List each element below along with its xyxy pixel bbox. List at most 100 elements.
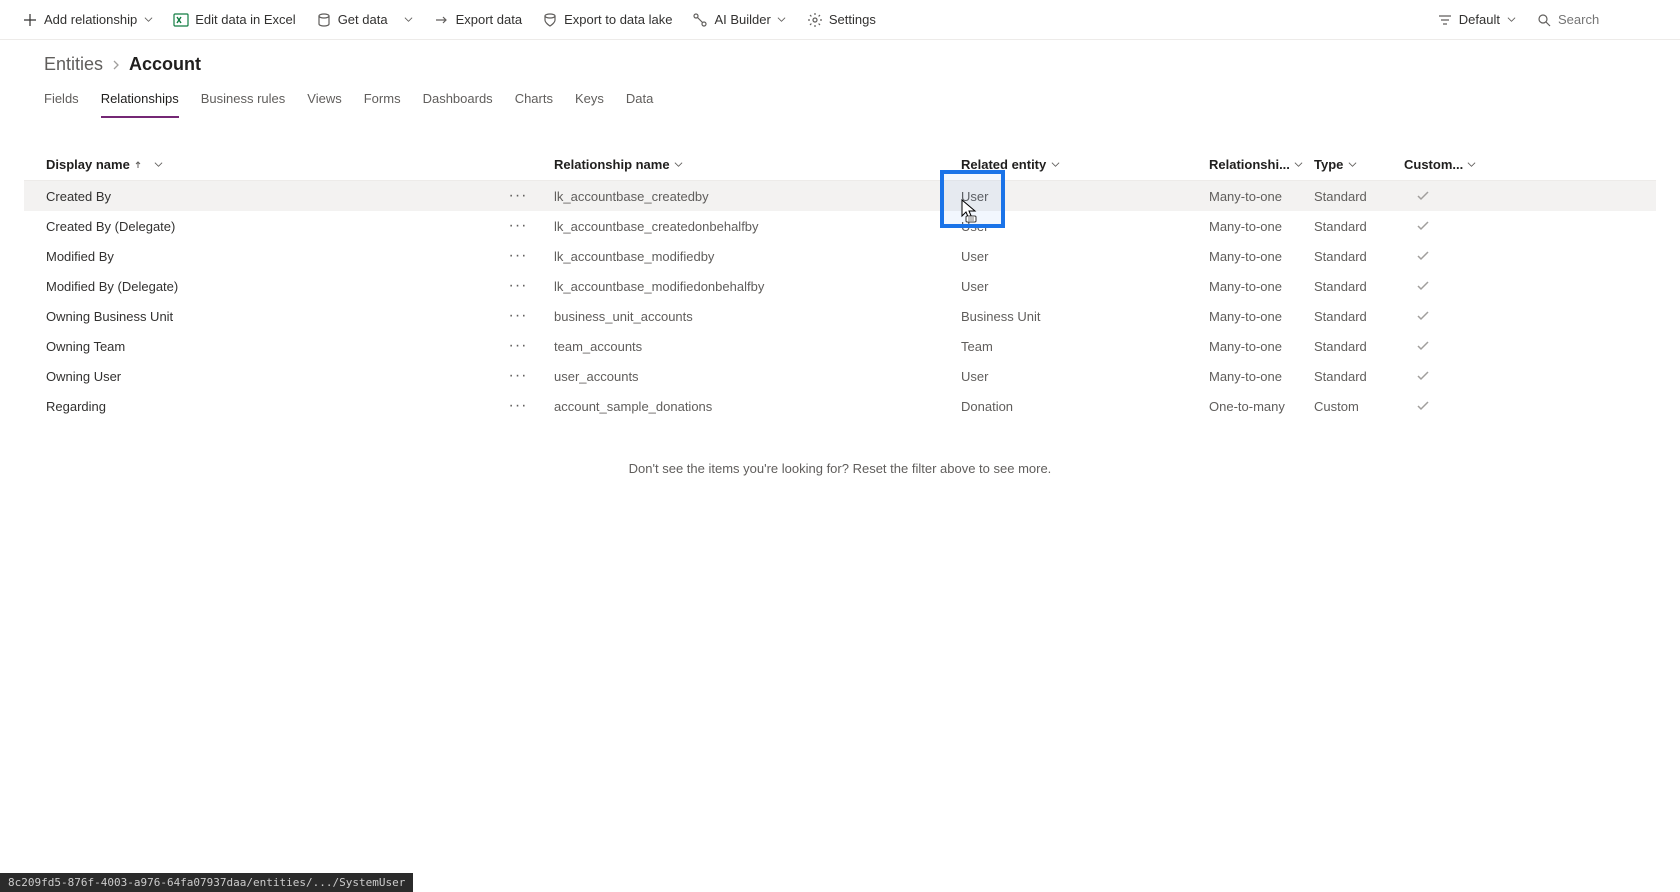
more-actions-icon[interactable]: ··· — [506, 367, 530, 385]
settings-label: Settings — [829, 12, 876, 27]
tab-dashboards[interactable]: Dashboards — [423, 91, 493, 118]
cell-related-entity: Donation — [949, 399, 1199, 414]
get-data-label: Get data — [338, 12, 388, 27]
cell-related-entity: User — [949, 369, 1199, 384]
add-relationship-button[interactable]: Add relationship — [12, 6, 163, 34]
breadcrumb: Entities Account — [0, 40, 1680, 75]
search-box[interactable] — [1526, 6, 1668, 34]
table-row[interactable]: Created By···lk_accountbase_createdbyUse… — [24, 181, 1656, 211]
cell-relationship-type: One-to-many — [1199, 399, 1304, 414]
breadcrumb-root[interactable]: Entities — [44, 54, 103, 75]
grid-header: Display name Relationship name Related e… — [24, 149, 1656, 181]
cell-display-name: Created By (Delegate) — [24, 219, 544, 234]
export-data-label: Export data — [456, 12, 523, 27]
tab-fields[interactable]: Fields — [44, 91, 79, 118]
col-relationship-type-label: Relationshi... — [1209, 157, 1290, 172]
more-actions-icon[interactable]: ··· — [506, 217, 530, 235]
col-relationship-name-label: Relationship name — [554, 157, 670, 172]
cell-customizable — [1394, 279, 1464, 293]
chevron-down-icon — [1347, 160, 1357, 170]
tab-relationships[interactable]: Relationships — [101, 91, 179, 118]
more-actions-icon[interactable]: ··· — [506, 277, 530, 295]
export-data-button[interactable]: Export data — [424, 6, 533, 34]
cell-related-entity: Team — [949, 339, 1199, 354]
cell-relationship-type: Many-to-one — [1199, 309, 1304, 324]
col-display-name[interactable]: Display name — [24, 157, 544, 172]
filter-icon — [1437, 12, 1453, 28]
cell-customizable — [1394, 219, 1464, 233]
edit-data-excel-button[interactable]: Edit data in Excel — [163, 6, 305, 34]
cell-type: Standard — [1304, 249, 1394, 264]
cell-relationship-name: lk_accountbase_modifiedby — [544, 249, 949, 264]
col-type[interactable]: Type — [1304, 157, 1394, 172]
more-actions-icon[interactable]: ··· — [506, 337, 530, 355]
ai-builder-label: AI Builder — [714, 12, 770, 27]
filter-hint-message: Don't see the items you're looking for? … — [24, 421, 1656, 516]
table-row[interactable]: Owning User··· user_accountsUserMany-to-o… — [24, 361, 1656, 391]
status-bar: 8c209fd5-876f-4003-a976-64fa07937daa/ent… — [0, 873, 413, 892]
tab-business-rules[interactable]: Business rules — [201, 91, 286, 118]
search-icon — [1536, 12, 1552, 28]
tab-forms[interactable]: Forms — [364, 91, 401, 118]
cell-display-name: Modified By (Delegate) — [24, 279, 544, 294]
more-actions-icon[interactable]: ··· — [506, 307, 530, 325]
cell-customizable — [1394, 309, 1464, 323]
col-relationship-type[interactable]: Relationshi... — [1199, 157, 1304, 172]
more-actions-icon[interactable]: ··· — [506, 187, 530, 205]
settings-button[interactable]: Settings — [797, 6, 886, 34]
chevron-down-icon — [1050, 160, 1060, 170]
cell-type: Standard — [1304, 219, 1394, 234]
cell-display-name: Created By — [24, 189, 544, 204]
cell-related-entity: User — [949, 219, 1199, 234]
table-row[interactable]: Modified By··· lk_accountbase_modifiedbyU… — [24, 241, 1656, 271]
cell-display-name: Owning User — [24, 369, 544, 384]
ai-builder-button[interactable]: AI Builder — [682, 6, 796, 34]
export-icon — [434, 12, 450, 28]
breadcrumb-current: Account — [129, 54, 201, 75]
tab-charts[interactable]: Charts — [515, 91, 553, 118]
view-default-label: Default — [1459, 12, 1500, 27]
cell-display-name: Owning Team — [24, 339, 544, 354]
cell-relationship-name: lk_accountbase_createdby — [544, 189, 949, 204]
cell-customizable — [1394, 189, 1464, 203]
more-actions-icon[interactable]: ··· — [506, 247, 530, 265]
table-row[interactable]: Created By (Delegate)···lk_accountbase_c… — [24, 211, 1656, 241]
col-custom[interactable]: Custom... — [1394, 157, 1464, 172]
view-default-button[interactable]: Default — [1427, 6, 1526, 34]
search-input[interactable] — [1558, 12, 1658, 27]
export-data-lake-label: Export to data lake — [564, 12, 672, 27]
chevron-down-icon — [143, 15, 153, 25]
get-data-button[interactable]: Get data — [306, 6, 424, 34]
table-row[interactable]: Regarding··· account_sample_donationsDona… — [24, 391, 1656, 421]
table-row[interactable]: Owning Business Unit···business_unit_acc… — [24, 301, 1656, 331]
cell-relationship-type: Many-to-one — [1199, 249, 1304, 264]
cell-relationship-type: Many-to-one — [1199, 279, 1304, 294]
export-data-lake-button[interactable]: Export to data lake — [532, 6, 682, 34]
cell-type: Standard — [1304, 309, 1394, 324]
chevron-down-icon — [1467, 160, 1476, 170]
cell-customizable — [1394, 249, 1464, 263]
col-related-entity-label: Related entity — [961, 157, 1046, 172]
cell-relationship-name: lk_accountbase_modifiedonbehalfby — [544, 279, 949, 294]
cell-relationship-name: user_accounts — [544, 369, 949, 384]
tab-keys[interactable]: Keys — [575, 91, 604, 118]
sort-asc-icon — [134, 161, 142, 169]
tab-views[interactable]: Views — [307, 91, 341, 118]
cell-related-entity: User — [949, 249, 1199, 264]
cell-relationship-type: Many-to-one — [1199, 369, 1304, 384]
tab-data[interactable]: Data — [626, 91, 653, 118]
table-row[interactable]: Modified By (Delegate)··· lk_accountbase_… — [24, 271, 1656, 301]
cell-type: Standard — [1304, 189, 1394, 204]
cell-relationship-name: account_sample_donations — [544, 399, 949, 414]
more-actions-icon[interactable]: ··· — [506, 397, 530, 415]
chevron-down-icon — [404, 15, 414, 25]
plus-icon — [22, 12, 38, 28]
cell-type: Standard — [1304, 369, 1394, 384]
cell-display-name: Regarding — [24, 399, 544, 414]
cell-relationship-type: Many-to-one — [1199, 219, 1304, 234]
cell-display-name: Modified By — [24, 249, 544, 264]
table-row[interactable]: Owning Team···team_accountsTeamMany-to-o… — [24, 331, 1656, 361]
chevron-down-icon — [1506, 15, 1516, 25]
col-related-entity[interactable]: Related entity — [949, 157, 1199, 172]
col-relationship-name[interactable]: Relationship name — [544, 157, 949, 172]
